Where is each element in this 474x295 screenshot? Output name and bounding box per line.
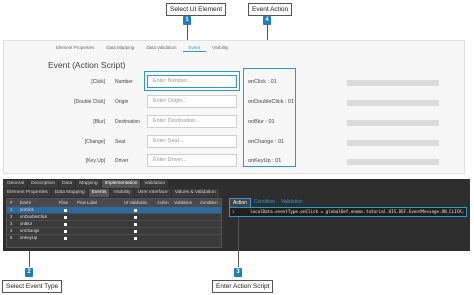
callout-enter-action-script: Enter Action Script	[212, 280, 274, 293]
table-row[interactable]: 3 onBlur	[7, 220, 221, 227]
tab-visibility[interactable]: Visibility	[206, 43, 234, 52]
tab-user-interface[interactable]: User Interface	[134, 189, 171, 197]
table-row[interactable]: 5 onKeyUp	[7, 234, 221, 241]
line-number: 1	[232, 209, 235, 214]
row-number: 5	[10, 235, 13, 240]
seat-input[interactable]: Enter Seat...	[147, 135, 237, 148]
col-header: #	[10, 200, 13, 205]
tab-description[interactable]: Description	[28, 180, 59, 188]
flow-checkbox[interactable]	[64, 237, 67, 240]
event-label: [Click]	[91, 79, 105, 85]
flow-checkbox[interactable]	[64, 216, 67, 219]
placeholder-bar	[347, 100, 439, 106]
table-row[interactable]: 2 onDoubleClick	[7, 213, 221, 220]
event-label: [Double Click]	[74, 99, 105, 105]
callout-line-3	[238, 217, 239, 267]
callout-line-2	[29, 251, 30, 267]
action-script-editor[interactable]: 1 localData.eventType.onClick = globalDe…	[229, 207, 467, 217]
event-label: [Blur]	[93, 119, 105, 125]
tab-general[interactable]: General	[4, 180, 28, 188]
ui-validation-checkbox[interactable]	[134, 237, 137, 240]
placeholder-bar	[347, 140, 439, 146]
designer-tabs: Element Properties Data Mapping Data Val…	[50, 43, 234, 52]
script-code[interactable]: localData.eventType.onClick = globalDef.…	[250, 209, 464, 214]
col-header: Condition	[200, 200, 218, 205]
tab-mapping[interactable]: Mapping	[76, 180, 101, 188]
tab-implementation[interactable]: Implementation	[101, 180, 141, 188]
callout-select-event-type: Select Event Type	[2, 280, 63, 293]
grid-header: # Event Flow Flow Label UI Validation Ac…	[7, 199, 221, 206]
ui-validation-checkbox[interactable]	[134, 223, 137, 226]
callout-label: Select UI Element	[170, 6, 223, 13]
properties-main-tabs: General Description Data Mapping Impleme…	[4, 180, 169, 188]
callout-event-action: Event Action	[248, 3, 293, 16]
driver-input[interactable]: Enter Driver...	[147, 154, 237, 167]
tab-validation[interactable]: Validation	[141, 180, 169, 188]
placeholder-bar	[347, 159, 439, 165]
tab-visibility[interactable]: Visibility	[110, 189, 134, 197]
ui-validation-checkbox[interactable]	[134, 216, 137, 219]
tab-element-properties[interactable]: Element Properties	[50, 43, 100, 52]
callout-badge-1: 1	[183, 16, 191, 25]
tab-element-properties[interactable]: Element Properties	[4, 189, 51, 197]
field-name: Seat	[115, 139, 126, 145]
flow-checkbox[interactable]	[64, 223, 67, 226]
tab-data-mapping[interactable]: Data Mapping	[51, 189, 88, 197]
event-label: [Change]	[84, 139, 105, 145]
origin-input[interactable]: Enter Origin...	[147, 95, 237, 108]
callout-badge-2: 2	[25, 268, 33, 277]
field-name: Number	[115, 79, 133, 85]
field-name: Destination	[115, 119, 141, 125]
tab-data[interactable]: Data	[59, 180, 76, 188]
event-name: onKeyUp	[20, 235, 38, 240]
col-header: Flow	[59, 200, 68, 205]
callout-badge-3: 3	[234, 268, 242, 277]
col-header: Validation	[174, 200, 193, 205]
callout-label: Select Event Type	[6, 283, 59, 290]
col-header: Flow Label	[77, 200, 98, 205]
table-row[interactable]: 1 onClick	[7, 206, 221, 213]
ui-validation-checkbox[interactable]	[134, 209, 137, 212]
event-grid: # Event Flow Flow Label UI Validation Ac…	[6, 198, 222, 248]
tab-data-mapping[interactable]: Data Mapping	[100, 43, 140, 52]
callout-label: Enter Action Script	[216, 283, 270, 290]
placeholder-bar	[347, 120, 439, 126]
placeholder-bar	[347, 80, 439, 86]
callout-badge-4: 4	[263, 16, 271, 25]
tab-events[interactable]: Events	[88, 189, 110, 197]
selected-element-highlight	[144, 71, 240, 91]
col-header: UI Validation	[124, 200, 148, 205]
tab-values-validation[interactable]: Values & Validation	[171, 189, 219, 197]
field-name: Origin	[115, 99, 129, 105]
flow-checkbox[interactable]	[64, 209, 67, 212]
tab-data-validation[interactable]: Data Validation	[140, 43, 182, 52]
properties-sub-tabs: Element Properties Data Mapping Events V…	[4, 189, 220, 197]
callout-select-ui-element: Select UI Element	[166, 3, 227, 16]
field-name: Driver	[115, 158, 129, 164]
destination-input[interactable]: Enter Destination...	[147, 115, 237, 128]
page-title: Event (Action Script)	[48, 60, 126, 70]
event-label: [Key Up]	[85, 158, 105, 164]
flow-checkbox[interactable]	[64, 230, 67, 233]
tab-event[interactable]: Event	[182, 43, 207, 52]
ui-validation-checkbox[interactable]	[134, 230, 137, 233]
callout-label: Event Action	[252, 6, 289, 13]
col-header: Event	[20, 200, 31, 205]
table-row[interactable]: 4 onChange	[7, 227, 221, 234]
col-header: Action	[157, 200, 169, 205]
event-action-highlight	[243, 68, 296, 167]
